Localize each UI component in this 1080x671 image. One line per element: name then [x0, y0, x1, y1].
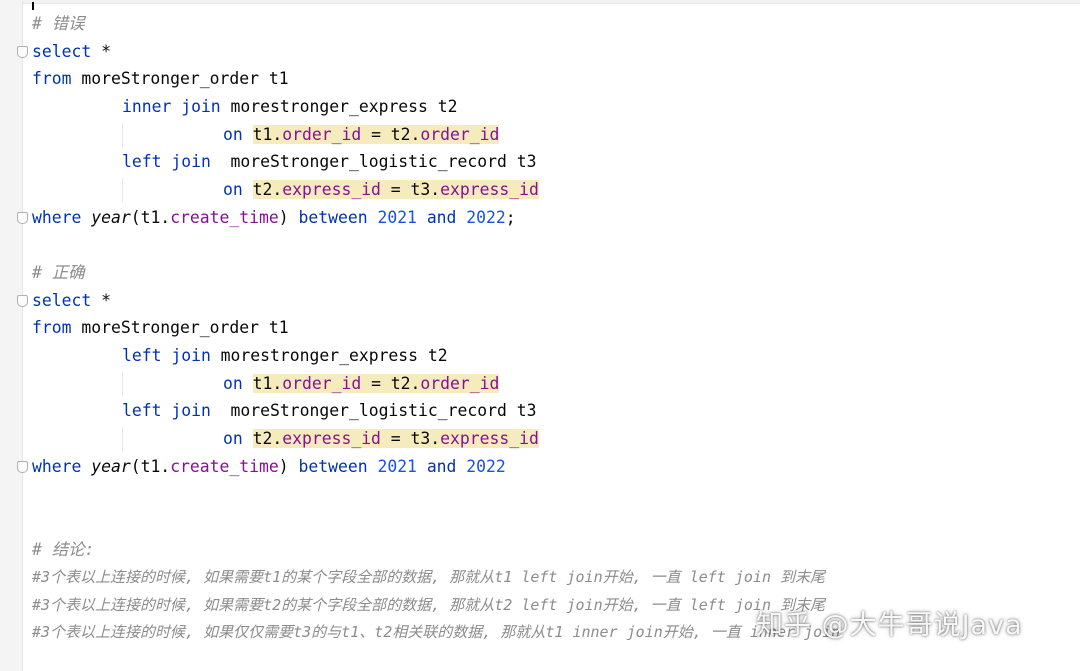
join-table: morestronger_express t2: [210, 346, 448, 365]
field-name: express_id: [282, 180, 381, 199]
indent-guide: [122, 178, 123, 202]
function-year: year: [91, 457, 131, 476]
select-star: *: [91, 291, 111, 310]
code-line-join: inner join morestronger_express t2: [122, 95, 458, 119]
line-gutter: [0, 0, 23, 671]
keyword-select: select: [32, 291, 92, 310]
field-name: order_id: [282, 125, 362, 144]
code-line-comment: #3个表以上连接的时候, 如果需要t1的某个字段全部的数据, 那就从t1 lef…: [32, 565, 825, 589]
keyword-on: on: [223, 374, 243, 393]
close-paren: ): [278, 208, 289, 227]
fold-marker-icon[interactable]: [17, 295, 28, 307]
function-arg: (t1.: [130, 208, 171, 227]
field-name: express_id: [440, 429, 539, 448]
number-literal: 2021: [377, 208, 417, 227]
keyword-between: between: [298, 208, 368, 227]
editor-top-border: [0, 0, 1080, 4]
keyword-on: on: [223, 125, 243, 144]
highlighted-condition: t1.order_id = t2.order_id: [252, 125, 500, 144]
field-name: express_id: [282, 429, 381, 448]
keyword-on: on: [223, 180, 243, 199]
keyword-join: left join: [122, 346, 211, 365]
field-name: express_id: [440, 180, 539, 199]
field-name: order_id: [420, 125, 500, 144]
keyword-on: on: [223, 429, 243, 448]
select-star: *: [91, 42, 111, 61]
code-line-where: where year(t1.create_time) between 2021 …: [32, 206, 516, 230]
code-line-join: left join morestronger_express t2: [122, 344, 448, 368]
highlighted-condition: t1.order_id = t2.order_id: [252, 374, 500, 393]
conclusion-line: #3个表以上连接的时候, 如果需要t2的某个字段全部的数据, 那就从t2 lef…: [32, 596, 826, 614]
alias: t1: [252, 125, 273, 144]
highlighted-condition: t2.express_id = t3.express_id: [252, 429, 539, 448]
highlighted-condition: t2.express_id = t3.express_id: [252, 180, 539, 199]
code-line-comment: # 结论:: [32, 538, 94, 562]
keyword-from: from: [32, 318, 72, 337]
field-name: create_time: [170, 208, 279, 227]
comment-text: # 错误: [32, 14, 85, 33]
alias: t2: [252, 180, 273, 199]
number-literal: 2021: [377, 457, 417, 476]
keyword-from: from: [32, 69, 72, 88]
indent-guide: [122, 123, 123, 147]
fold-marker-icon[interactable]: [17, 46, 28, 58]
keyword-and: and: [426, 457, 457, 476]
code-line-on: on t2.express_id = t3.express_id: [223, 178, 539, 202]
alias: t1: [252, 374, 273, 393]
keyword-join: left join: [122, 401, 211, 420]
code-line-comment: #3个表以上连接的时候, 如果仅仅需要t3的与t1、t2相关联的数据, 那就从t…: [32, 620, 840, 644]
equals-alias: = t2.: [361, 374, 421, 393]
code-line-comment: # 错误: [32, 12, 85, 36]
code-line-from: from moreStronger_order t1: [32, 67, 289, 91]
code-line-on: on t1.order_id = t2.order_id: [223, 372, 500, 396]
field-name: create_time: [170, 457, 279, 476]
keyword-and: and: [426, 208, 457, 227]
keyword-where: where: [32, 457, 82, 476]
semicolon: ;: [505, 208, 516, 227]
keyword-select: select: [32, 42, 92, 61]
indent-guide: [122, 427, 123, 451]
code-editor[interactable]: # 错误 select * from moreStronger_order t1…: [0, 0, 1080, 671]
code-line-join: left join moreStronger_logistic_record t…: [122, 399, 536, 423]
function-year: year: [91, 208, 131, 227]
equals-alias: = t2.: [361, 125, 421, 144]
join-table: morestronger_express t2: [220, 97, 458, 116]
code-line-from: from moreStronger_order t1: [32, 316, 289, 340]
field-name: order_id: [282, 374, 362, 393]
keyword-between: between: [298, 457, 368, 476]
join-table: moreStronger_logistic_record t3: [210, 152, 537, 171]
from-table: moreStronger_order t1: [71, 318, 289, 337]
code-line-where: where year(t1.create_time) between 2021 …: [32, 455, 506, 479]
close-paren: ): [278, 457, 289, 476]
from-table: moreStronger_order t1: [71, 69, 289, 88]
function-arg: (t1.: [130, 457, 171, 476]
alias: t2: [252, 429, 273, 448]
join-table: moreStronger_logistic_record t3: [210, 401, 537, 420]
code-line-select: select *: [32, 289, 111, 313]
text-caret: [32, 2, 34, 10]
fold-marker-icon[interactable]: [17, 212, 28, 224]
conclusion-line: #3个表以上连接的时候, 如果需要t1的某个字段全部的数据, 那就从t1 lef…: [32, 568, 826, 586]
equals-alias: = t3.: [380, 429, 441, 448]
conclusion-heading: # 结论:: [32, 540, 95, 559]
fold-marker-icon[interactable]: [17, 461, 28, 473]
code-line-join: left join moreStronger_logistic_record t…: [122, 150, 536, 174]
number-literal: 2022: [466, 457, 506, 476]
keyword-join: inner join: [122, 97, 221, 116]
keyword-where: where: [32, 208, 82, 227]
code-line-comment: # 正确: [32, 261, 85, 285]
comment-text: # 正确: [32, 263, 85, 282]
indent-guide: [122, 372, 123, 396]
field-name: order_id: [420, 374, 500, 393]
equals-alias: = t3.: [380, 180, 441, 199]
watermark: 知乎 @大牛哥说Java: [756, 610, 1023, 641]
code-line-on: on t2.express_id = t3.express_id: [223, 427, 539, 451]
code-line-select: select *: [32, 40, 111, 64]
conclusion-line: #3个表以上连接的时候, 如果仅仅需要t3的与t1、t2相关联的数据, 那就从t…: [32, 623, 841, 641]
keyword-join: left join: [122, 152, 211, 171]
code-line-on: on t1.order_id = t2.order_id: [223, 123, 500, 147]
code-line-comment: #3个表以上连接的时候, 如果需要t2的某个字段全部的数据, 那就从t2 lef…: [32, 593, 825, 617]
number-literal: 2022: [466, 208, 506, 227]
